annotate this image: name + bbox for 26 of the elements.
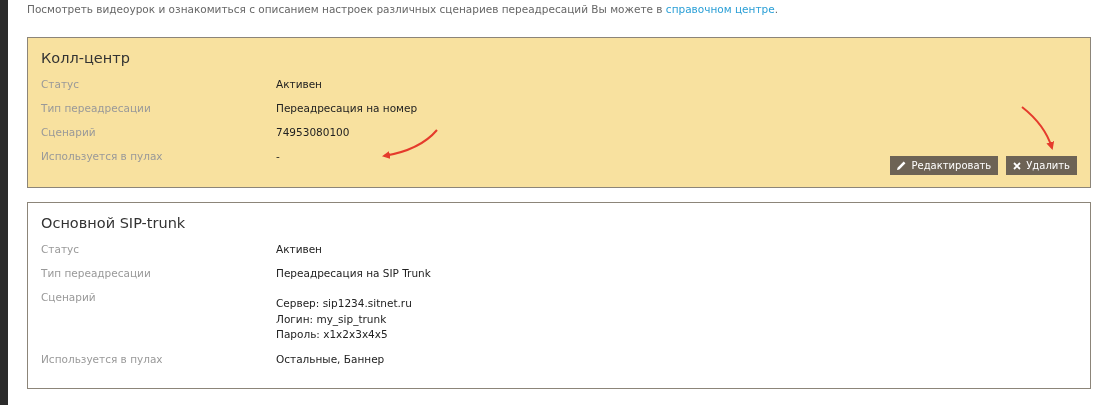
close-icon xyxy=(1013,161,1022,170)
field-label: Используется в пулах xyxy=(41,351,164,367)
field-value: 74953080100 xyxy=(276,125,350,140)
edit-button[interactable]: Редактировать xyxy=(890,156,999,175)
field-label: Статус xyxy=(41,77,80,92)
card-title: Основной SIP-trunk xyxy=(41,214,187,232)
field-label: Статус xyxy=(41,242,80,257)
field-value: Активен xyxy=(276,77,322,92)
field-value: - xyxy=(276,149,280,164)
field-value: Переадресация на SIP Trunk xyxy=(276,266,431,281)
help-center-link[interactable]: справочном центре xyxy=(665,3,775,15)
intro-text: Посмотреть видеоурок и ознакомиться с описанием настроек различных сценариев переадресаций Вы можете в справочном центре. xyxy=(27,2,780,16)
field-label: Тип переадресации xyxy=(41,101,152,116)
field-value: Остальные, Баннер xyxy=(276,351,385,367)
field-label: Сценарий xyxy=(41,290,97,305)
pencil-icon xyxy=(897,161,907,170)
field-value: Переадресация на номер xyxy=(276,101,418,116)
field-label: Тип переадресации xyxy=(41,266,152,281)
field-value: Активен xyxy=(276,242,322,257)
card-title: Колл-центр xyxy=(41,49,131,67)
field-label: Сценарий xyxy=(41,125,97,140)
field-label: Используется в пулах xyxy=(41,149,164,164)
annotation-arrow xyxy=(1021,106,1054,150)
delete-button[interactable]: Удалить xyxy=(1006,156,1077,175)
field-value: Сервер: sip1234.sitnet.ru Логин: my_sip_trunk Пароль: x1x2x3x4x5 xyxy=(276,296,412,342)
annotation-arrow xyxy=(382,129,438,159)
